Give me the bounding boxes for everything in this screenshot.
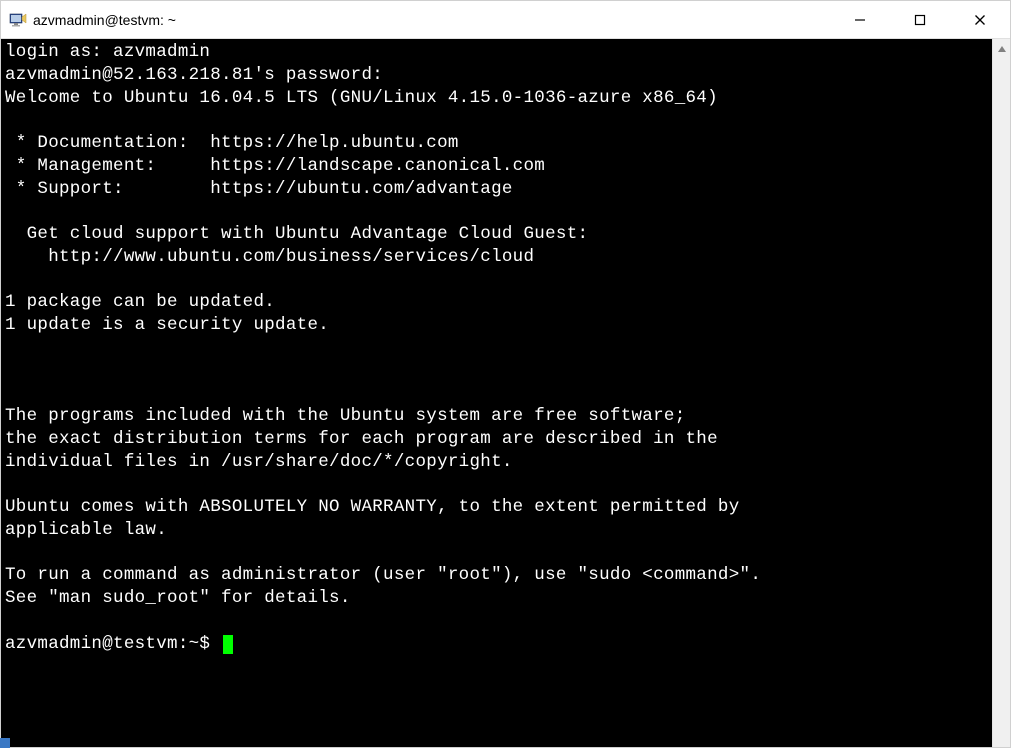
- client-area: login as: azvmadmin azvmadmin@52.163.218…: [1, 39, 1010, 747]
- close-button[interactable]: [950, 1, 1010, 38]
- shell-prompt: azvmadmin@testvm:~$: [5, 634, 221, 654]
- scroll-up-arrow-icon[interactable]: [993, 41, 1010, 57]
- corner-accent: [0, 738, 10, 748]
- terminal-lines: login as: azvmadmin azvmadmin@52.163.218…: [5, 42, 761, 608]
- putty-window: azvmadmin@testvm: ~ login as: azvmadmin …: [0, 0, 1011, 748]
- putty-icon: [9, 11, 27, 29]
- cursor-block: [223, 635, 233, 654]
- minimize-button[interactable]: [830, 1, 890, 38]
- window-title: azvmadmin@testvm: ~: [33, 12, 176, 28]
- titlebar[interactable]: azvmadmin@testvm: ~: [1, 1, 1010, 39]
- window-controls: [830, 1, 1010, 38]
- terminal-output[interactable]: login as: azvmadmin azvmadmin@52.163.218…: [1, 39, 992, 747]
- vertical-scrollbar[interactable]: [992, 39, 1010, 747]
- maximize-button[interactable]: [890, 1, 950, 38]
